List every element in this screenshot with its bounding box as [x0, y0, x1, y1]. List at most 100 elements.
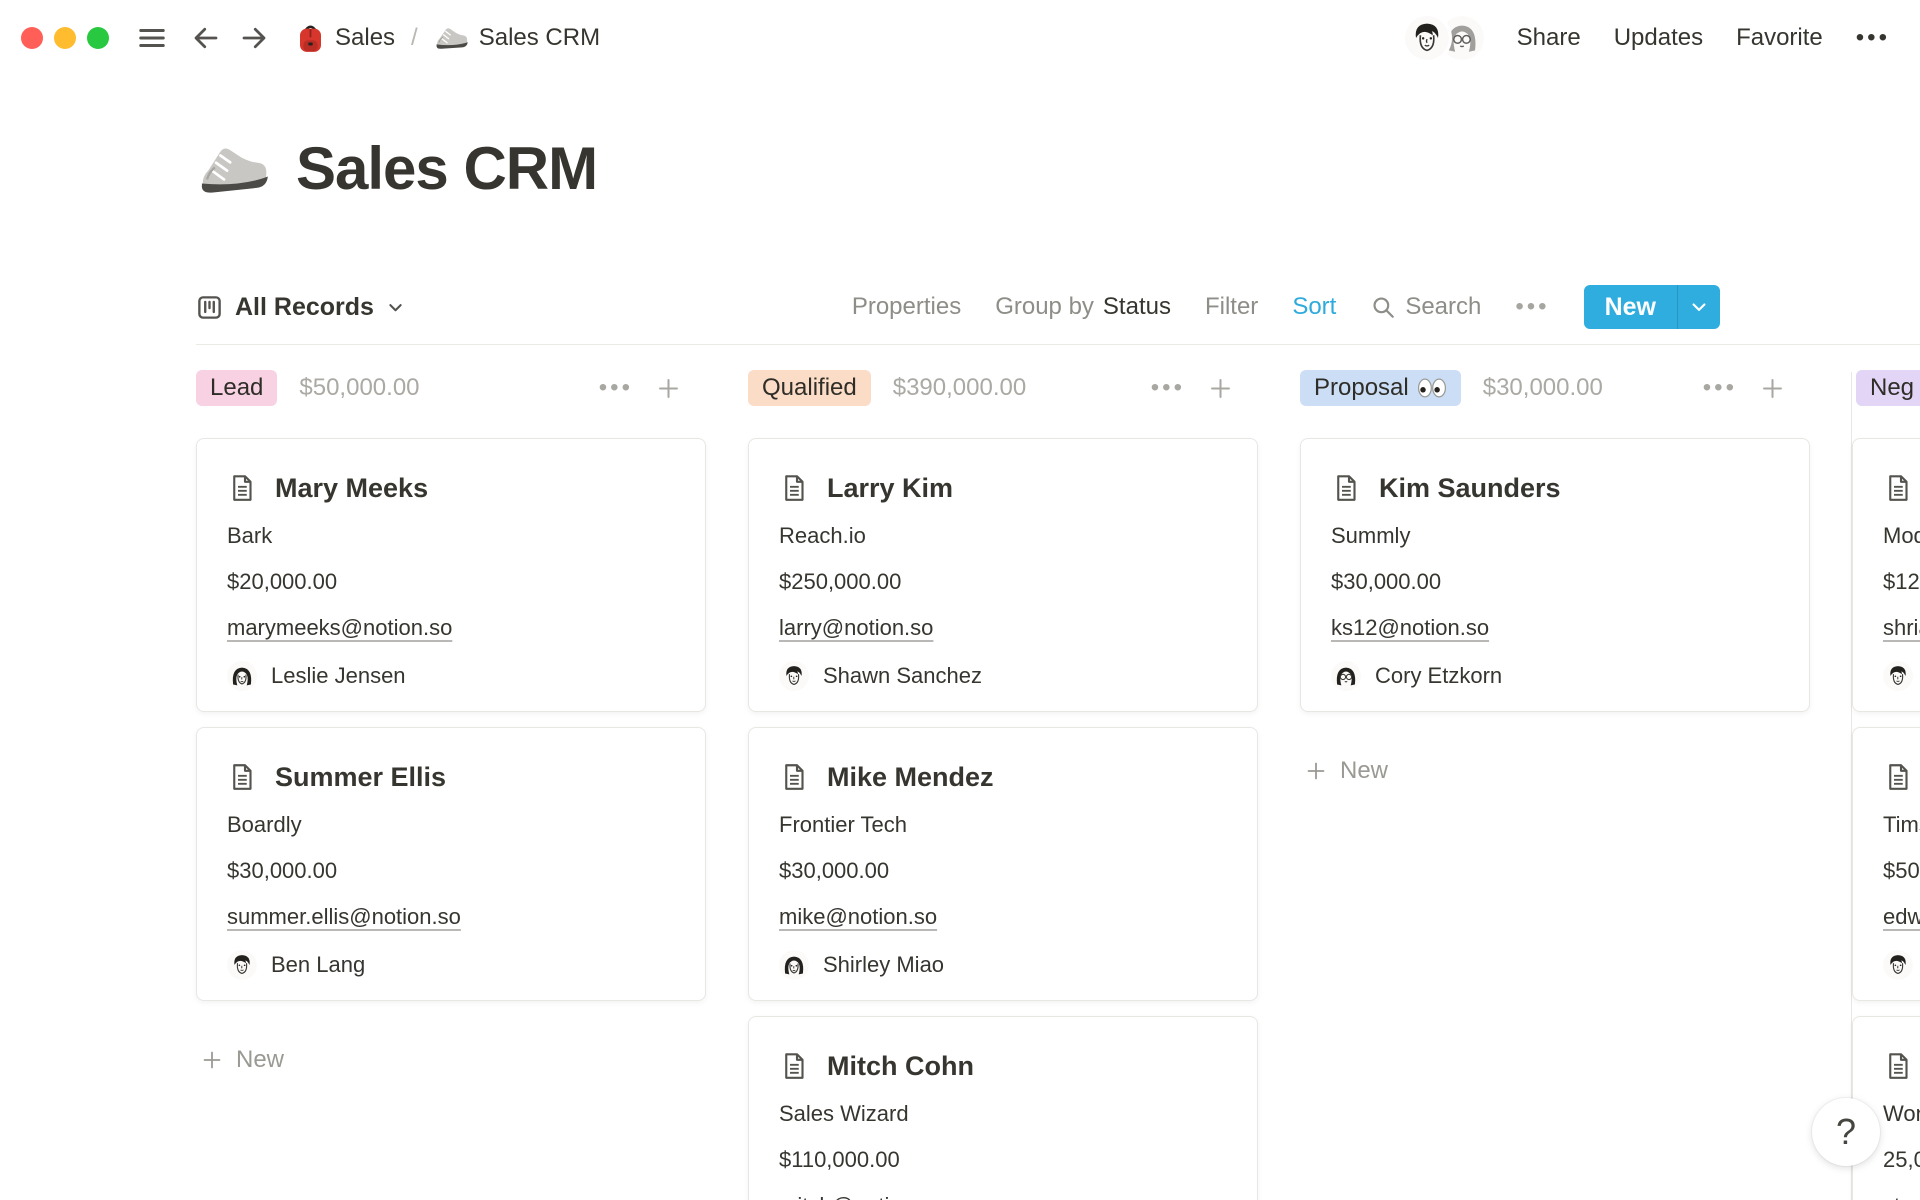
status-badge-label: Proposal	[1314, 374, 1409, 402]
sidebar-menu-icon[interactable]	[137, 23, 167, 53]
page-icon	[1883, 473, 1913, 503]
card-kim-saunders[interactable]: Kim Saunders Summly $30,000.00 ks12@noti…	[1300, 438, 1810, 712]
column-more-icon[interactable]: •••	[1703, 374, 1737, 402]
properties-button[interactable]: Properties	[852, 293, 961, 321]
breadcrumb-root[interactable]: Sales	[335, 24, 395, 52]
new-button-dropdown[interactable]	[1677, 285, 1720, 329]
column-add-icon[interactable]	[655, 375, 682, 402]
board-column-proposal: Proposal $30,000.00 ••• Kim Saunders Sum…	[1300, 368, 1810, 1200]
avatar-male-icon	[1405, 16, 1449, 60]
card-email-link[interactable]: stap	[1883, 1193, 1920, 1200]
card-name: Larry Kim	[827, 473, 953, 504]
plus-icon	[1304, 759, 1328, 783]
card-company: Frontier Tech	[779, 812, 1227, 838]
card-email-link[interactable]: mitch@notion.so	[779, 1193, 943, 1200]
more-options-icon[interactable]: •••	[1856, 24, 1890, 52]
status-badge[interactable]: Qualified	[748, 370, 871, 406]
card-email-link[interactable]: ks12@notion.so	[1331, 615, 1489, 640]
minimize-window-button[interactable]	[54, 27, 76, 49]
page-title[interactable]: Sales CRM	[296, 134, 597, 203]
favorite-button[interactable]: Favorite	[1736, 24, 1823, 52]
card-email-link[interactable]: shria	[1883, 615, 1920, 640]
add-card-label: New	[1340, 757, 1388, 785]
breadcrumb-separator: /	[411, 24, 418, 52]
card-company: Summly	[1331, 523, 1779, 549]
view-more-icon[interactable]: •••	[1515, 293, 1549, 321]
card-summer-ellis[interactable]: Summer Ellis Boardly $30,000.00 summer.e…	[196, 727, 706, 1001]
plus-icon	[200, 1048, 224, 1072]
share-button[interactable]: Share	[1517, 24, 1581, 52]
status-badge[interactable]: Proposal	[1300, 370, 1461, 406]
close-window-button[interactable]	[21, 27, 43, 49]
column-add-icon[interactable]	[1759, 375, 1786, 402]
avatar-male-icon	[1883, 661, 1913, 691]
collaborator-avatars[interactable]	[1405, 16, 1484, 60]
sneaker-icon	[434, 25, 468, 51]
page-icon	[779, 762, 809, 792]
card-clipped-1[interactable]: S Mod $125 shria E	[1852, 438, 1920, 712]
column-add-icon[interactable]	[1207, 375, 1234, 402]
card-email-link[interactable]: edwi	[1883, 904, 1920, 929]
column-total: $50,000.00	[299, 374, 419, 402]
filter-button[interactable]: Filter	[1205, 293, 1258, 321]
card-company: Won	[1883, 1101, 1920, 1127]
avatar-female-icon	[779, 950, 809, 980]
back-arrow-icon[interactable]	[191, 23, 221, 53]
column-total: $390,000.00	[893, 374, 1026, 402]
breadcrumb-current[interactable]: Sales CRM	[479, 24, 600, 52]
board-column-lead: Lead $50,000.00 ••• Mary Meeks Bark $20,…	[196, 368, 706, 1200]
new-record-button[interactable]: New	[1584, 285, 1720, 329]
page-icon	[227, 762, 257, 792]
column-more-icon[interactable]: •••	[599, 374, 633, 402]
window-titlebar: Sales / Sales CRM Share Updates Favorite…	[0, 0, 1920, 76]
card-email-link[interactable]: marymeeks@notion.so	[227, 615, 452, 640]
group-by-button[interactable]: Group by Status	[995, 293, 1171, 321]
chevron-down-icon	[386, 298, 405, 317]
card-name: Kim Saunders	[1379, 473, 1561, 504]
help-button[interactable]: ?	[1812, 1098, 1880, 1166]
board-column-negotiation: Neg S Mod $125 shria E E	[1852, 368, 1920, 1200]
page-icon	[779, 1051, 809, 1081]
card-email-link[interactable]: larry@notion.so	[779, 615, 933, 640]
card-company: Bark	[227, 523, 675, 549]
page-icon	[1883, 1051, 1913, 1081]
card-owner: Leslie Jensen	[271, 663, 406, 689]
card-larry-kim[interactable]: Larry Kim Reach.io $250,000.00 larry@not…	[748, 438, 1258, 712]
eyes-emoji	[1417, 378, 1447, 398]
board-view-icon	[196, 294, 223, 321]
sneaker-page-icon[interactable]	[196, 140, 268, 198]
card-amount: $20,000.00	[227, 569, 675, 595]
card-company: Tims	[1883, 812, 1920, 838]
backpack-icon	[297, 23, 324, 53]
add-card-button[interactable]: New	[196, 1042, 706, 1078]
view-switcher[interactable]: All Records	[196, 293, 405, 322]
forward-arrow-icon[interactable]	[239, 23, 269, 53]
zoom-window-button[interactable]	[87, 27, 109, 49]
column-header: Lead $50,000.00 •••	[196, 368, 706, 408]
sort-button[interactable]: Sort	[1292, 293, 1336, 321]
new-button-label[interactable]: New	[1584, 285, 1677, 329]
page-icon	[227, 473, 257, 503]
group-by-value: Status	[1103, 293, 1171, 321]
card-email-link[interactable]: mike@notion.so	[779, 904, 937, 929]
card-name: Mike Mendez	[827, 762, 994, 793]
add-card-button[interactable]: New	[1300, 753, 1810, 789]
updates-button[interactable]: Updates	[1614, 24, 1703, 52]
status-badge[interactable]: Lead	[196, 370, 277, 406]
avatar-male-icon	[227, 950, 257, 980]
card-owner: Shawn Sanchez	[823, 663, 982, 689]
card-amount: $50,	[1883, 858, 1920, 884]
card-email-link[interactable]: summer.ellis@notion.so	[227, 904, 461, 929]
column-more-icon[interactable]: •••	[1151, 374, 1185, 402]
page-icon	[779, 473, 809, 503]
card-mitch-cohn[interactable]: Mitch Cohn Sales Wizard $110,000.00 mitc…	[748, 1016, 1258, 1200]
search-button[interactable]: Search	[1370, 293, 1481, 321]
card-mary-meeks[interactable]: Mary Meeks Bark $20,000.00 marymeeks@not…	[196, 438, 706, 712]
card-mike-mendez[interactable]: Mike Mendez Frontier Tech $30,000.00 mik…	[748, 727, 1258, 1001]
card-clipped-2[interactable]: E Tims $50, edwi H	[1852, 727, 1920, 1001]
card-amount: $30,000.00	[1331, 569, 1779, 595]
avatar-female-icon	[227, 661, 257, 691]
avatar-glasses-icon	[1331, 661, 1361, 691]
notion-window: Sales / Sales CRM Share Updates Favorite…	[0, 0, 1920, 1200]
status-badge[interactable]: Neg	[1856, 370, 1920, 406]
